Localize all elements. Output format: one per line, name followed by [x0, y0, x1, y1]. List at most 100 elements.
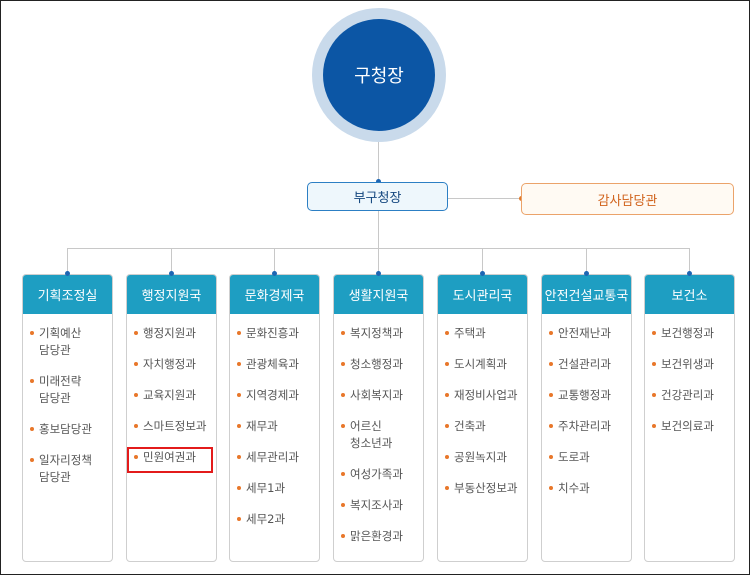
- dept-item[interactable]: 사회복지과: [334, 387, 423, 404]
- junction-dot: [480, 271, 485, 276]
- dept-item[interactable]: 건강관리과: [645, 387, 734, 404]
- dept-card: 행정지원국 행정지원과 자치행정과 교육지원과 스마트정보과 민원여권과: [126, 274, 217, 562]
- dept-item[interactable]: 복지정책과: [334, 325, 423, 342]
- dept-header[interactable]: 행정지원국: [127, 275, 216, 314]
- dept-item[interactable]: 관광체육과: [230, 356, 319, 373]
- dept-header[interactable]: 문화경제국: [230, 275, 319, 314]
- dept-item[interactable]: 건설관리과: [542, 356, 631, 373]
- junction-dot: [584, 271, 589, 276]
- bullet-icon: [445, 331, 449, 335]
- dept-item[interactable]: 일자리정책 담당관: [23, 452, 112, 486]
- junction-dot: [169, 271, 174, 276]
- bullet-icon: [652, 393, 656, 397]
- bullet-icon: [341, 393, 345, 397]
- dept-item[interactable]: 재정비사업과: [438, 387, 527, 404]
- bullet-icon: [549, 331, 553, 335]
- dept-item[interactable]: 세무2과: [230, 511, 319, 528]
- bullet-icon: [652, 331, 656, 335]
- dept-item[interactable]: 도시계획과: [438, 356, 527, 373]
- bullet-icon: [134, 331, 138, 335]
- dept-item[interactable]: 재무과: [230, 418, 319, 435]
- dept-list: 복지정책과 청소행정과 사회복지과 어르신 청소년과 여성가족과 복지조사과 맑…: [334, 325, 423, 559]
- dept-item[interactable]: 안전재난과: [542, 325, 631, 342]
- bullet-icon: [237, 331, 241, 335]
- junction-dot: [687, 271, 692, 276]
- bullet-icon: [237, 424, 241, 428]
- highlight-box: [127, 447, 213, 473]
- junction-dot: [65, 271, 70, 276]
- dept-item[interactable]: 문화진흥과: [230, 325, 319, 342]
- audit-node[interactable]: 감사담당관: [521, 183, 734, 215]
- dept-item[interactable]: 지역경제과: [230, 387, 319, 404]
- mayor-node[interactable]: 구청장: [323, 19, 435, 131]
- dept-card: 기획조정실 기획예산 담당관 미래전략 담당관 홍보담당관 일자리정책 담당관: [22, 274, 113, 562]
- bullet-icon: [237, 517, 241, 521]
- bullet-icon: [445, 393, 449, 397]
- dept-item[interactable]: 기획예산 담당관: [23, 325, 112, 359]
- dept-item[interactable]: 여성가족과: [334, 466, 423, 483]
- dept-card: 도시관리국 주택과 도시계획과 재정비사업과 건축과 공원녹지과 부동산정보과: [437, 274, 528, 562]
- dept-item[interactable]: 치수과: [542, 480, 631, 497]
- dept-card: 생활지원국 복지정책과 청소행정과 사회복지과 어르신 청소년과 여성가족과 복…: [333, 274, 424, 562]
- dept-item[interactable]: 세무1과: [230, 480, 319, 497]
- bullet-icon: [341, 534, 345, 538]
- bullet-icon: [30, 331, 34, 335]
- deputy-node[interactable]: 부구청장: [307, 182, 448, 211]
- dept-item[interactable]: 미래전략 담당관: [23, 373, 112, 407]
- bullet-icon: [134, 424, 138, 428]
- connector-deputy-bus: [378, 211, 379, 248]
- dept-list: 보건행정과 보건위생과 건강관리과 보건의료과: [645, 325, 734, 449]
- dept-item[interactable]: 복지조사과: [334, 497, 423, 514]
- dept-item[interactable]: 보건의료과: [645, 418, 734, 435]
- dept-list: 주택과 도시계획과 재정비사업과 건축과 공원녹지과 부동산정보과: [438, 325, 527, 511]
- bullet-icon: [237, 455, 241, 459]
- bullet-icon: [549, 455, 553, 459]
- bullet-icon: [549, 424, 553, 428]
- bullet-icon: [341, 331, 345, 335]
- dept-list: 안전재난과 건설관리과 교통행정과 주차관리과 도로과 치수과: [542, 325, 631, 511]
- dept-item[interactable]: 교육지원과: [127, 387, 216, 404]
- connector-deputy-audit: [448, 198, 521, 199]
- dept-item[interactable]: 도로과: [542, 449, 631, 466]
- dept-item[interactable]: 어르신 청소년과: [334, 418, 423, 452]
- bullet-icon: [237, 393, 241, 397]
- dept-item[interactable]: 주차관리과: [542, 418, 631, 435]
- dept-header[interactable]: 보건소: [645, 275, 734, 314]
- dept-item[interactable]: 세무관리과: [230, 449, 319, 466]
- bullet-icon: [549, 486, 553, 490]
- dept-item[interactable]: 주택과: [438, 325, 527, 342]
- bullet-icon: [341, 424, 345, 428]
- bullet-icon: [30, 458, 34, 462]
- dept-item[interactable]: 보건행정과: [645, 325, 734, 342]
- bullet-icon: [237, 486, 241, 490]
- dept-item[interactable]: 부동산정보과: [438, 480, 527, 497]
- dept-header[interactable]: 도시관리국: [438, 275, 527, 314]
- dept-item[interactable]: 행정지원과: [127, 325, 216, 342]
- junction-dot: [376, 271, 381, 276]
- bullet-icon: [652, 424, 656, 428]
- bullet-icon: [445, 486, 449, 490]
- bullet-icon: [549, 393, 553, 397]
- dept-list: 문화진흥과 관광체육과 지역경제과 재무과 세무관리과 세무1과 세무2과: [230, 325, 319, 542]
- dept-item[interactable]: 청소행정과: [334, 356, 423, 373]
- dept-item[interactable]: 보건위생과: [645, 356, 734, 373]
- bullet-icon: [549, 362, 553, 366]
- dept-header[interactable]: 기획조정실: [23, 275, 112, 314]
- dept-item[interactable]: 홍보담당관: [23, 421, 112, 438]
- bullet-icon: [30, 427, 34, 431]
- dept-item[interactable]: 맑은환경과: [334, 528, 423, 545]
- dept-item[interactable]: 스마트정보과: [127, 418, 216, 435]
- bullet-icon: [341, 503, 345, 507]
- dept-header[interactable]: 생활지원국: [334, 275, 423, 314]
- dept-item[interactable]: 자치행정과: [127, 356, 216, 373]
- dept-item[interactable]: 공원녹지과: [438, 449, 527, 466]
- bullet-icon: [134, 393, 138, 397]
- dept-card: 안전건설교통국 안전재난과 건설관리과 교통행정과 주차관리과 도로과 치수과: [541, 274, 632, 562]
- bullet-icon: [30, 379, 34, 383]
- dept-item[interactable]: 건축과: [438, 418, 527, 435]
- bullet-icon: [134, 362, 138, 366]
- bullet-icon: [445, 424, 449, 428]
- bullet-icon: [445, 362, 449, 366]
- dept-item[interactable]: 교통행정과: [542, 387, 631, 404]
- dept-header[interactable]: 안전건설교통국: [542, 275, 631, 314]
